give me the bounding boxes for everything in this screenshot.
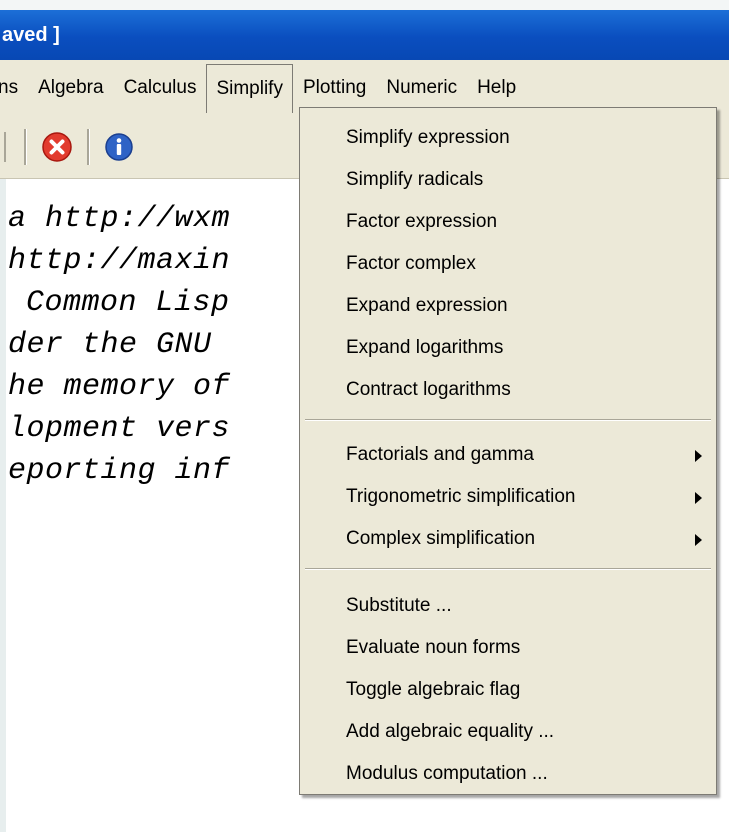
menu-item-expand-expression[interactable]: Expand expression [300, 286, 716, 326]
menu-equations[interactable]: ns [0, 65, 28, 111]
menu-algebra[interactable]: Algebra [28, 65, 114, 111]
menu-plotting[interactable]: Plotting [293, 65, 376, 111]
stop-icon[interactable] [41, 131, 73, 163]
console-line: Common Lisp [26, 286, 230, 320]
submenu-arrow-icon [695, 492, 702, 504]
menu-item-label: Trigonometric simplification [346, 486, 576, 507]
menu-simplify[interactable]: Simplify [206, 63, 293, 113]
menu-item-toggle-algebraic-flag[interactable]: Toggle algebraic flag [300, 670, 716, 710]
submenu-arrow-icon [695, 534, 702, 546]
menu-item-factorials-and-gamma[interactable]: Factorials and gamma [300, 435, 716, 475]
console-line: he memory of [8, 370, 231, 404]
submenu-arrow-icon [695, 450, 702, 462]
menu-help[interactable]: Help [467, 65, 526, 111]
menu-item-add-algebraic-equality[interactable]: Add algebraic equality ... [300, 712, 716, 752]
menu-numeric[interactable]: Numeric [376, 65, 467, 111]
console-line: a http://wxm [8, 202, 231, 236]
menu-item-label: Factorials and gamma [346, 444, 534, 465]
menu-item-label: Complex simplification [346, 528, 536, 549]
console-line: lopment vers [8, 412, 231, 446]
menu-item-expand-logarithms[interactable]: Expand logarithms [300, 328, 716, 368]
menu-item-modulus-computation[interactable]: Modulus computation ... [300, 754, 716, 794]
menu-separator [305, 419, 711, 421]
menu-item-evaluate-noun-forms[interactable]: Evaluate noun forms [300, 628, 716, 668]
window-left-edge [0, 179, 6, 832]
window-title: aved ] [2, 23, 60, 46]
title-bar[interactable]: aved ] [0, 10, 729, 60]
menu-item-simplify-expression[interactable]: Simplify expression [300, 118, 716, 158]
menu-item-factor-expression[interactable]: Factor expression [300, 202, 716, 242]
menu-calculus[interactable]: Calculus [114, 65, 207, 111]
console-line: http://maxin [8, 244, 231, 278]
info-icon[interactable] [104, 132, 134, 162]
menu-item-complex-simplification[interactable]: Complex simplification [300, 519, 716, 559]
menu-item-substitute[interactable]: Substitute ... [300, 586, 716, 626]
menu-item-trigonometric-simplification[interactable]: Trigonometric simplification [300, 477, 716, 517]
menu-separator [305, 568, 711, 570]
menu-item-factor-complex[interactable]: Factor complex [300, 244, 716, 284]
simplify-dropdown-menu: Simplify expression Simplify radicals Fa… [299, 107, 717, 795]
toolbar-button-partial[interactable] [0, 132, 6, 162]
toolbar-separator [24, 129, 27, 165]
menu-item-simplify-radicals[interactable]: Simplify radicals [300, 160, 716, 200]
console-line: der the GNU [8, 328, 212, 362]
console-line: eporting inf [8, 454, 231, 488]
menu-item-contract-logarithms[interactable]: Contract logarithms [300, 370, 716, 410]
toolbar-separator [87, 129, 90, 165]
top-strip [0, 0, 729, 10]
